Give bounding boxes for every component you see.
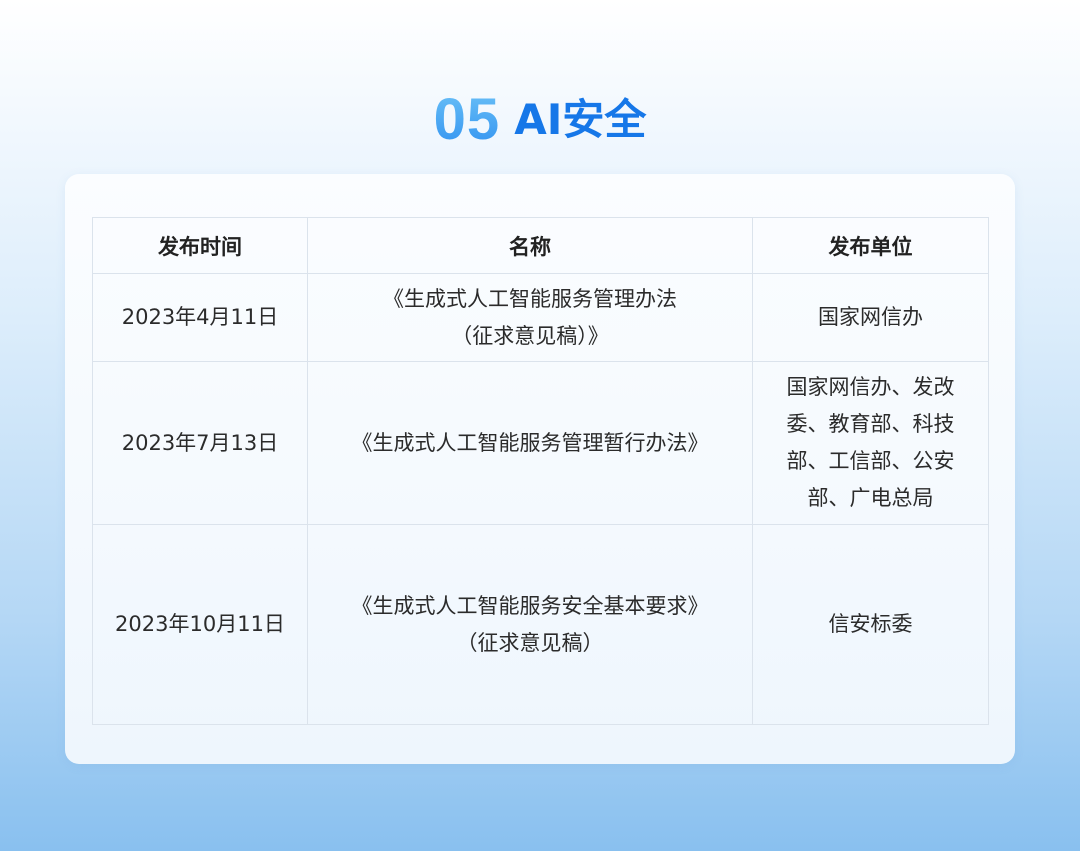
content-card: 发布时间 名称 发布单位 2023年4月11日 《生成式人工智能服务管理办法 （…: [65, 174, 1015, 764]
org-line: 委、教育部、科技: [786, 412, 955, 436]
name-cell: 《生成式人工智能服务管理暂行办法》: [307, 361, 753, 525]
name-line: （征求意见稿）》: [451, 323, 609, 348]
table-row: 2023年7月13日 《生成式人工智能服务管理暂行办法》 国家网信办、发改 委、…: [92, 361, 989, 525]
name-line: （征求意见稿）: [456, 630, 604, 655]
name-cell: 《生成式人工智能服务管理办法 （征求意见稿）》: [307, 273, 753, 362]
org-line: 部、工信部、公安: [786, 449, 955, 473]
org-cell: 国家网信办、发改 委、教育部、科技 部、工信部、公安 部、广电总局: [752, 361, 989, 525]
org-line: 信安标委: [828, 612, 913, 636]
policy-table: 发布时间 名称 发布单位 2023年4月11日 《生成式人工智能服务管理办法 （…: [92, 217, 989, 725]
org-line: 国家网信办、发改: [786, 375, 955, 399]
date-cell: 2023年4月11日: [92, 273, 308, 362]
org-cell: 信安标委: [752, 524, 989, 725]
section-title: AI安全: [514, 95, 647, 144]
org-line: 部、广电总局: [807, 486, 934, 510]
column-header-name: 名称: [307, 217, 753, 274]
name-line: 《生成式人工智能服务管理暂行办法》: [351, 430, 709, 455]
date-cell: 2023年7月13日: [92, 361, 308, 525]
date-cell: 2023年10月11日: [92, 524, 308, 725]
name-cell: 《生成式人工智能服务安全基本要求》 （征求意见稿）: [307, 524, 753, 725]
page-title: 05 AI安全: [0, 84, 1080, 156]
table-row: 2023年10月11日 《生成式人工智能服务安全基本要求》 （征求意见稿） 信安…: [92, 524, 989, 725]
org-line: 国家网信办: [818, 305, 923, 329]
table-row: 2023年4月11日 《生成式人工智能服务管理办法 （征求意见稿）》 国家网信办: [92, 273, 989, 362]
org-cell: 国家网信办: [752, 273, 989, 362]
column-header-date: 发布时间: [92, 217, 308, 274]
section-number: 05: [434, 84, 501, 156]
name-line: 《生成式人工智能服务安全基本要求》: [351, 593, 709, 618]
table-header-row: 发布时间 名称 发布单位: [92, 217, 989, 274]
name-line: 《生成式人工智能服务管理办法: [383, 286, 677, 311]
column-header-org: 发布单位: [752, 217, 989, 274]
